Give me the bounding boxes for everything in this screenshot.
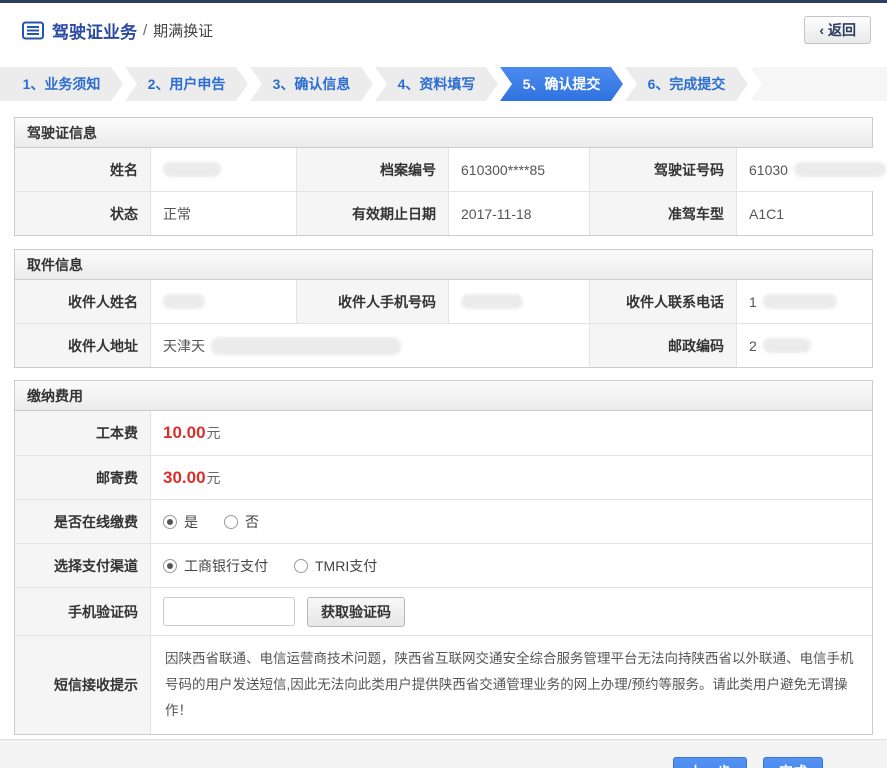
radio-unchecked-icon[interactable]	[294, 558, 308, 573]
payment-channel-options: 工商银行支付 TMRI支付	[150, 544, 872, 587]
list-icon	[22, 21, 44, 40]
sms-notice-label: 短信接收提示	[15, 636, 150, 734]
footer-action-bar: 上一步 完成	[0, 739, 887, 768]
field-label-recipient-mobile: 收件人手机号码	[297, 280, 448, 323]
sms-notice-row: 短信接收提示 因陕西省联通、电信运营商技术问题，陕西省互联网交通安全综合服务管理…	[15, 635, 872, 734]
field-value-valid-until: 2017-11-18	[448, 192, 590, 235]
step-1-business-notice[interactable]: 1、业务须知	[0, 67, 123, 101]
redacted-value-smudge	[762, 294, 837, 309]
sms-code-label: 手机验证码	[15, 588, 150, 635]
breadcrumb-section[interactable]: 驾驶证业务	[52, 18, 137, 43]
field-label-recipient-address: 收件人地址	[15, 324, 150, 367]
payment-title: 缴纳费用	[15, 381, 872, 411]
radio-option-label: 是	[184, 513, 198, 530]
finish-button[interactable]: 完成	[763, 757, 823, 768]
field-label-recipient-name: 收件人姓名	[15, 280, 150, 323]
radio-option-label: 工商银行支付	[184, 557, 268, 574]
channel-option-tmri[interactable]: TMRI支付	[294, 556, 377, 576]
field-value-recipient-phone: 1	[736, 280, 872, 323]
breadcrumb-separator: /	[143, 21, 148, 39]
radio-checked-icon[interactable]	[163, 514, 177, 529]
radio-checked-icon[interactable]	[163, 558, 177, 573]
table-row: 状态 正常 有效期止日期 2017-11-18 准驾车型 A1C1	[15, 191, 872, 235]
online-payment-label: 是否在线缴费	[15, 500, 150, 543]
redacted-value-smudge	[163, 162, 221, 177]
field-value-recipient-name	[150, 280, 297, 323]
pickup-info-title: 取件信息	[15, 250, 872, 280]
step-6-complete-submit[interactable]: 6、完成提交	[625, 67, 748, 101]
previous-step-button[interactable]: 上一步	[673, 757, 747, 768]
redacted-value-smudge	[762, 338, 811, 353]
production-fee-label: 工本费	[15, 411, 150, 455]
field-label-valid-until: 有效期止日期	[297, 192, 448, 235]
production-fee-unit: 元	[206, 425, 221, 441]
field-value-status: 正常	[150, 192, 297, 235]
mailing-fee-row: 邮寄费 30.00 元	[15, 455, 872, 499]
field-value-recipient-address: 天津天	[150, 324, 590, 367]
radio-option-label: 否	[245, 513, 259, 530]
mailing-fee-label: 邮寄费	[15, 456, 150, 499]
table-row: 姓名 档案编号 610300****85 驾驶证号码 61030	[15, 148, 887, 191]
production-fee-row: 工本费 10.00 元	[15, 411, 872, 455]
field-label-name: 姓名	[15, 148, 150, 191]
license-info-section: 驾驶证信息 姓名 档案编号 610300****85 驾驶证号码 61030 状…	[14, 117, 887, 236]
sms-code-field: 获取验证码	[150, 588, 872, 635]
back-chevron-icon: ‹	[819, 22, 824, 38]
field-value-file-no: 610300****85	[448, 148, 590, 191]
channel-option-icbc[interactable]: 工商银行支付	[163, 556, 268, 576]
breadcrumb-current: 期满换证	[153, 22, 214, 40]
sms-code-input[interactable]	[163, 597, 295, 626]
redacted-value-smudge	[163, 294, 205, 309]
online-payment-row: 是否在线缴费 是 否	[15, 499, 872, 543]
field-value-license-no: 61030	[736, 148, 887, 191]
back-button[interactable]: ‹ 返回	[804, 16, 871, 44]
field-label-file-no: 档案编号	[297, 148, 448, 191]
redacted-value-smudge	[211, 336, 401, 355]
table-row: 收件人姓名 收件人手机号码 收件人联系电话 1	[15, 280, 872, 323]
table-row: 收件人地址 天津天 邮政编码 2	[15, 323, 872, 367]
sms-notice-text: 因陕西省联通、电信运营商技术问题，陕西省互联网交通安全综合服务管理平台无法向持陕…	[150, 636, 872, 734]
redacted-value-smudge	[793, 162, 886, 177]
field-value-vehicle-class: A1C1	[736, 192, 872, 235]
online-payment-option-yes[interactable]: 是	[163, 512, 198, 532]
field-label-vehicle-class: 准驾车型	[590, 192, 736, 235]
field-label-license-no: 驾驶证号码	[590, 148, 736, 191]
field-label-status: 状态	[15, 192, 150, 235]
step-5-confirm-submit[interactable]: 5、确认提交	[500, 67, 623, 101]
payment-section: 缴纳费用 工本费 10.00 元 邮寄费 30.00 元 是否在线缴费 是 否 选择…	[14, 380, 873, 735]
field-label-recipient-phone: 收件人联系电话	[590, 280, 736, 323]
production-fee-amount: 10.00	[163, 423, 206, 442]
step-bar-filler	[750, 67, 887, 101]
online-payment-options: 是 否	[150, 500, 872, 543]
step-2-user-declaration[interactable]: 2、用户申告	[125, 67, 248, 101]
back-button-label: 返回	[828, 22, 856, 38]
production-fee-value: 10.00 元	[150, 411, 872, 455]
online-payment-option-no[interactable]: 否	[224, 512, 259, 532]
payment-channel-row: 选择支付渠道 工商银行支付 TMRI支付	[15, 543, 872, 587]
step-wizard: 1、业务须知 2、用户申告 3、确认信息 4、资料填写 5、确认提交 6、完成提…	[0, 67, 887, 101]
field-label-postal-code: 邮政编码	[590, 324, 736, 367]
redacted-value-smudge	[461, 294, 523, 309]
radio-unchecked-icon[interactable]	[224, 514, 238, 529]
sms-code-row: 手机验证码 获取验证码	[15, 587, 872, 635]
payment-channel-label: 选择支付渠道	[15, 544, 150, 587]
step-4-fill-data[interactable]: 4、资料填写	[375, 67, 498, 101]
field-value-postal-code: 2	[736, 324, 872, 367]
field-value-name	[150, 148, 297, 191]
mailing-fee-amount: 30.00	[163, 467, 206, 487]
license-info-title: 驾驶证信息	[15, 118, 872, 148]
mailing-fee-value: 30.00 元	[150, 456, 872, 499]
field-value-recipient-mobile	[448, 280, 590, 323]
page-header: 驾驶证业务 / 期满换证 ‹ 返回	[0, 3, 887, 57]
mailing-fee-unit: 元	[206, 469, 221, 486]
get-sms-code-button[interactable]: 获取验证码	[307, 596, 405, 627]
step-3-confirm-info[interactable]: 3、确认信息	[250, 67, 373, 101]
pickup-info-section: 取件信息 收件人姓名 收件人手机号码 收件人联系电话 1 收件人地址 天津天 邮…	[14, 249, 873, 368]
radio-option-label: TMRI支付	[315, 557, 378, 574]
